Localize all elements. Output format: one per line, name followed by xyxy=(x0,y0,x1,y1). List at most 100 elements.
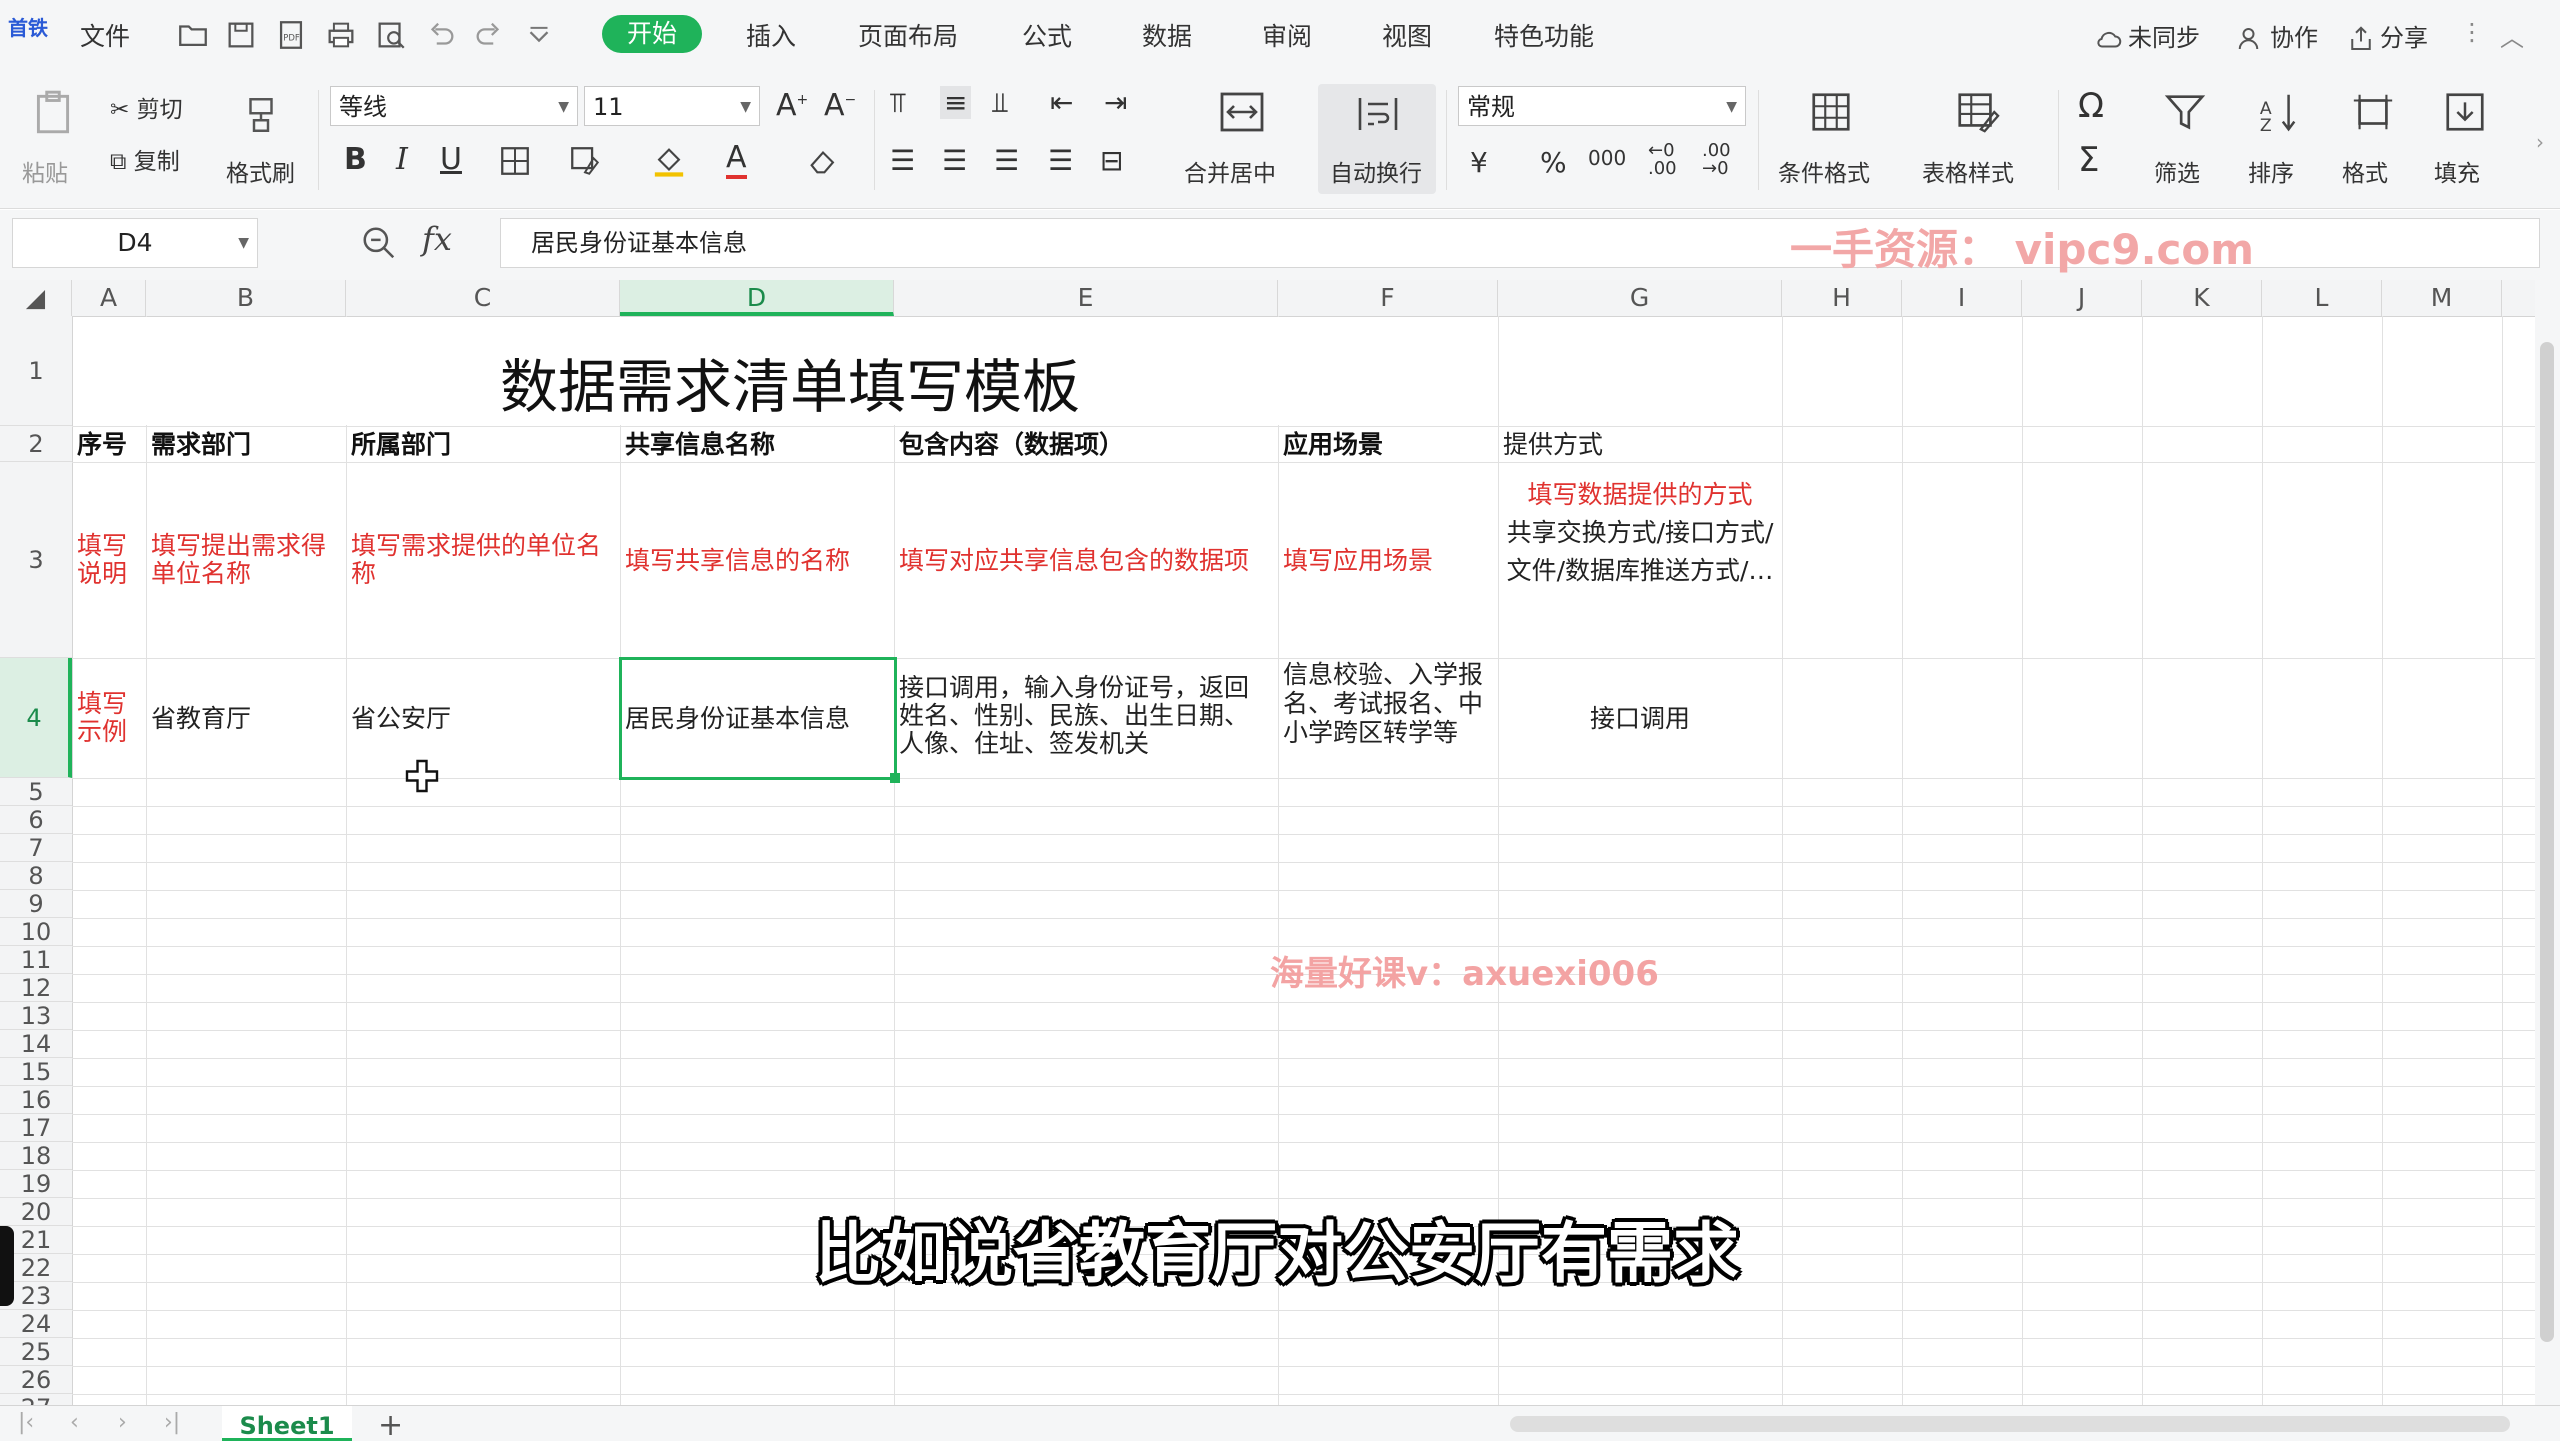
cell-e4[interactable]: 接口调用，输入身份证号，返回姓名、性别、民族、出生日期、人像、住址、签发机关 xyxy=(894,672,1278,760)
ribbon-scroll-right-icon[interactable]: › xyxy=(2536,130,2544,154)
row-header-9[interactable]: 9 xyxy=(0,890,72,918)
prev-sheet-icon[interactable]: ‹ xyxy=(70,1410,79,1435)
tab-review[interactable]: 审阅 xyxy=(1262,17,1312,53)
bold-icon[interactable]: B xyxy=(344,142,367,177)
active-cell-selection[interactable] xyxy=(619,657,897,780)
align-middle-icon[interactable]: ≡ xyxy=(940,86,972,119)
row-header-19[interactable]: 19 xyxy=(0,1170,72,1198)
side-handle[interactable] xyxy=(0,1226,14,1306)
filter-button[interactable]: 筛选 xyxy=(2154,154,2200,188)
horizontal-scrollbar[interactable] xyxy=(1510,1416,2510,1432)
fill-button[interactable]: 填充 xyxy=(2434,154,2480,188)
row-header-4[interactable]: 4 xyxy=(0,658,72,778)
row-header-7[interactable]: 7 xyxy=(0,834,72,862)
collapse-ribbon-icon[interactable]: ︿ xyxy=(2500,18,2524,53)
border-icon[interactable] xyxy=(498,144,532,184)
row-header-15[interactable]: 15 xyxy=(0,1058,72,1086)
sort-button[interactable]: 排序 xyxy=(2248,154,2294,188)
next-sheet-icon[interactable]: › xyxy=(118,1410,127,1435)
cell-c3[interactable]: 填写需求提供的单位名称 xyxy=(346,530,620,590)
row-header-27[interactable]: 27 xyxy=(0,1394,72,1405)
column-header-a[interactable]: A xyxy=(72,280,146,316)
fill-icon[interactable] xyxy=(2442,90,2488,140)
row-header-18[interactable]: 18 xyxy=(0,1142,72,1170)
cell-a2[interactable]: 序号 xyxy=(72,428,146,462)
column-header-m[interactable]: M xyxy=(2382,280,2502,316)
align-right-icon[interactable]: ☰ xyxy=(994,144,1019,177)
sort-icon[interactable]: AZ xyxy=(2256,90,2302,140)
number-format-select[interactable]: 常规 ▼ xyxy=(1458,86,1746,126)
indent-increase-icon[interactable]: ⇥ xyxy=(1104,86,1127,119)
print-icon[interactable] xyxy=(324,18,358,52)
thousands-separator-button[interactable]: 000 xyxy=(1588,146,1626,170)
format-button[interactable]: 格式 xyxy=(2342,154,2388,188)
row-header-6[interactable]: 6 xyxy=(0,806,72,834)
paste-button[interactable]: 粘贴 xyxy=(22,154,68,188)
align-center-icon[interactable]: ☰ xyxy=(942,144,967,177)
tab-home[interactable]: 开始 xyxy=(602,15,702,53)
column-header-d[interactable]: D xyxy=(620,280,894,316)
align-left-icon[interactable]: ☰ xyxy=(890,144,915,177)
tab-data[interactable]: 数据 xyxy=(1142,17,1192,53)
redo-icon[interactable] xyxy=(472,18,506,52)
cell-g2[interactable]: 提供方式 xyxy=(1498,428,1782,462)
select-all-corner[interactable]: ◢ xyxy=(0,280,72,316)
merge-center-icon[interactable] xyxy=(1218,90,1266,140)
save-icon[interactable] xyxy=(224,18,258,52)
row-header-10[interactable]: 10 xyxy=(0,918,72,946)
row-header-26[interactable]: 26 xyxy=(0,1366,72,1394)
font-name-select[interactable]: 等线 ▼ xyxy=(330,86,578,126)
column-header-g[interactable]: G xyxy=(1498,280,1782,316)
row-header-12[interactable]: 12 xyxy=(0,974,72,1002)
fill-handle[interactable] xyxy=(890,773,900,783)
copy-button[interactable]: ⧉ 复制 xyxy=(110,142,180,176)
font-color-icon[interactable]: A xyxy=(726,140,747,179)
cell-b3[interactable]: 填写提出需求得单位名称 xyxy=(146,530,346,590)
tab-view[interactable]: 视图 xyxy=(1382,17,1432,53)
align-top-icon[interactable]: ⫪ xyxy=(890,86,906,120)
row-header-20[interactable]: 20 xyxy=(0,1198,72,1226)
font-size-select[interactable]: 11 ▼ xyxy=(584,86,760,126)
sheet-tab-sheet1[interactable]: Sheet1 xyxy=(222,1406,352,1441)
cell-g3[interactable]: 填写数据提供的方式 共享交换方式/接口方式/文件/数据库推送方式/… xyxy=(1498,474,1782,658)
cell-e2[interactable]: 包含内容（数据项） xyxy=(894,428,1278,462)
align-bottom-icon[interactable]: ⫫ xyxy=(992,86,1008,120)
table-style-button[interactable]: 表格样式 xyxy=(1922,154,2014,188)
row-header-14[interactable]: 14 xyxy=(0,1030,72,1058)
row-header-1[interactable]: 1 xyxy=(0,316,72,426)
row-header-16[interactable]: 16 xyxy=(0,1086,72,1114)
row-header-11[interactable]: 11 xyxy=(0,946,72,974)
filter-icon[interactable] xyxy=(2162,90,2208,140)
row-header-5[interactable]: 5 xyxy=(0,778,72,806)
share-button[interactable]: 分享 xyxy=(2346,18,2428,54)
percent-format-button[interactable]: % xyxy=(1540,146,1567,179)
column-header-l[interactable]: L xyxy=(2262,280,2382,316)
conditional-format-icon[interactable] xyxy=(1808,90,1854,140)
table-style-icon[interactable] xyxy=(1954,90,2000,140)
row-header-3[interactable]: 3 xyxy=(0,462,72,658)
collaborate-button[interactable]: 协作 xyxy=(2236,18,2318,54)
undo-icon[interactable] xyxy=(424,18,458,52)
cell-e3[interactable]: 填写对应共享信息包含的数据项 xyxy=(894,544,1278,578)
justify-icon[interactable]: ☰ xyxy=(1048,144,1073,177)
row-header-13[interactable]: 13 xyxy=(0,1002,72,1030)
insert-function-icon[interactable]: fx xyxy=(422,220,452,258)
cell-b4[interactable]: 省教育厅 xyxy=(146,702,346,736)
column-header-k[interactable]: K xyxy=(2142,280,2262,316)
cell-f4[interactable]: 信息校验、入学报名、考试报名、中小学跨区转学等 xyxy=(1278,658,1498,749)
symbol-icon[interactable]: Ω xyxy=(2078,86,2104,126)
row-header-2[interactable]: 2 xyxy=(0,426,72,462)
currency-format-button[interactable]: ¥ xyxy=(1470,146,1488,179)
cell-f2[interactable]: 应用场景 xyxy=(1278,428,1498,462)
cell-d3[interactable]: 填写共享信息的名称 xyxy=(620,544,894,578)
column-header-b[interactable]: B xyxy=(146,280,346,316)
cell-style-icon[interactable] xyxy=(568,144,602,184)
cell-c4[interactable]: 省公安厅 xyxy=(346,702,620,736)
column-header-e[interactable]: E xyxy=(894,280,1278,316)
export-pdf-icon[interactable]: PDF xyxy=(274,18,308,52)
tab-insert[interactable]: 插入 xyxy=(746,17,796,53)
print-preview-icon[interactable] xyxy=(374,18,408,52)
format-icon[interactable] xyxy=(2350,90,2396,140)
add-sheet-icon[interactable]: + xyxy=(378,1408,403,1443)
cell-b2[interactable]: 需求部门 xyxy=(146,428,346,462)
